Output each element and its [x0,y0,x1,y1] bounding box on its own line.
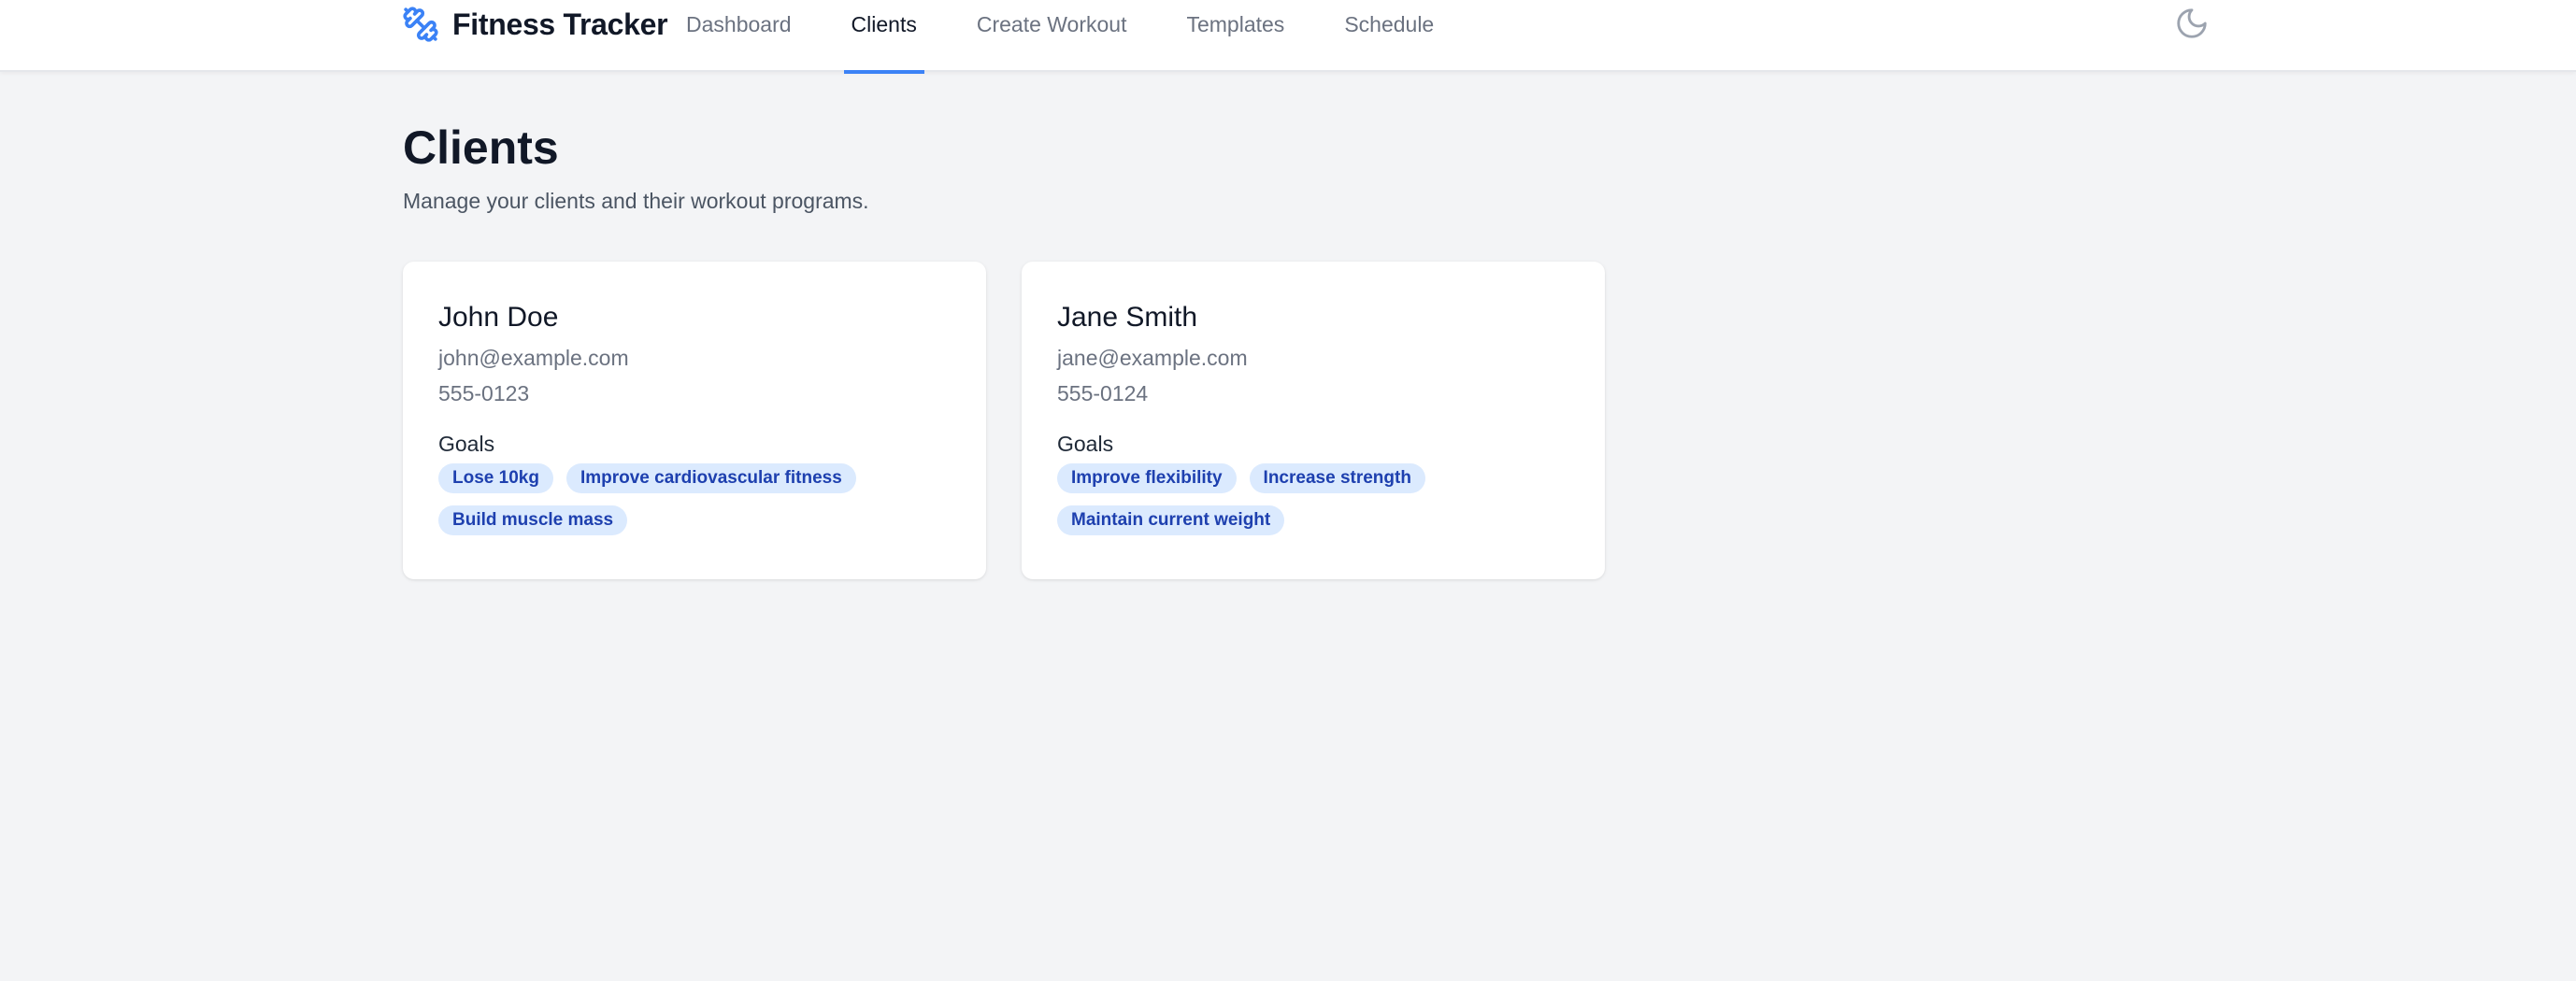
nav-dashboard[interactable]: Dashboard [679,0,799,72]
client-email: john@example.com [438,346,629,370]
client-card[interactable]: Jane Smith jane@example.com 555-0124 Goa… [1022,262,1605,579]
goals-label: Goals [1057,432,1114,456]
goals-list: Lose 10kg Improve cardiovascular fitness… [438,463,962,535]
goal-tag: Build muscle mass [438,505,628,535]
page-title: Clients [403,121,559,174]
nav-clients[interactable]: Clients [843,0,925,74]
brand-title: Fitness Tracker [452,7,668,41]
goal-tag: Increase strength [1249,463,1425,493]
goals-list: Improve flexibility Increase strength Ma… [1057,463,1581,535]
goals-label: Goals [438,432,495,456]
client-email: jane@example.com [1057,346,1248,370]
nav-templates[interactable]: Templates [1179,0,1292,72]
client-phone: 555-0124 [1057,381,1149,405]
goal-tag: Improve flexibility [1057,463,1237,493]
client-cards: John Doe john@example.com 555-0123 Goals… [403,262,2179,579]
client-card[interactable]: John Doe john@example.com 555-0123 Goals… [403,262,986,579]
main-nav: Dashboard Clients Create Workout Templat… [679,0,1486,74]
top-navbar: Fitness Tracker Dashboard Clients Create… [0,0,2576,74]
client-phone: 555-0123 [438,381,530,405]
goal-tag: Maintain current weight [1057,505,1285,535]
client-name: Jane Smith [1057,302,1198,333]
brand[interactable]: Fitness Tracker [402,4,668,45]
goal-tag: Improve cardiovascular fitness [565,463,856,493]
moon-icon[interactable] [2174,6,2210,41]
nav-create-workout[interactable]: Create Workout [969,0,1135,72]
client-name: John Doe [438,302,559,333]
dumbbell-icon [402,6,439,43]
clients-page: Clients Manage your clients and their wo… [403,120,2179,579]
goal-tag: Lose 10kg [438,463,553,493]
page-subtitle: Manage your clients and their workout pr… [403,189,869,213]
nav-schedule[interactable]: Schedule [1337,0,1441,72]
